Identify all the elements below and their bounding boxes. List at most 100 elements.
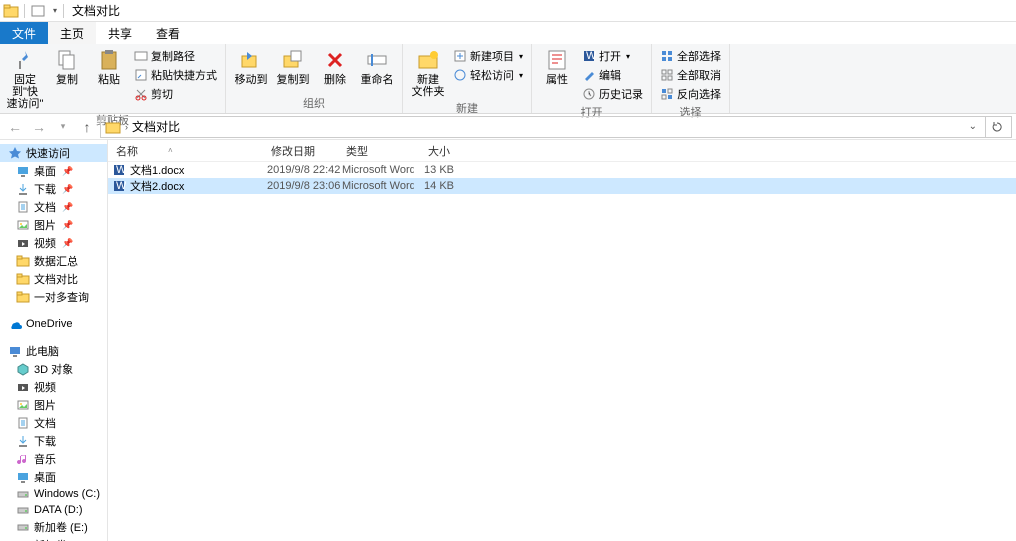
chevron-icon[interactable]: ›	[125, 122, 128, 132]
sidebar-item[interactable]: 新加卷 (F:)	[0, 536, 107, 541]
folder-icon	[3, 3, 19, 19]
sidebar-quick-access[interactable]: 快速访问	[0, 144, 107, 162]
delete-icon	[323, 48, 347, 72]
paste-icon	[97, 48, 121, 72]
svg-text:W: W	[116, 180, 126, 192]
sidebar-item[interactable]: 音乐	[0, 450, 107, 468]
sidebar-item[interactable]: 新加卷 (E:)	[0, 518, 107, 536]
file-row[interactable]: W文档2.docx2019/9/8 23:06Microsoft Word ..…	[108, 178, 1016, 194]
new-item-icon	[453, 49, 467, 63]
sidebar-item[interactable]: DATA (D:)	[0, 502, 107, 518]
column-type[interactable]: 类型	[338, 143, 410, 159]
pin-quick-access-button[interactable]: 固定到"快 速访问"	[4, 46, 46, 112]
pin-icon: 📌	[62, 184, 73, 195]
breadcrumb-segment[interactable]: 文档对比	[132, 118, 180, 135]
back-button[interactable]: ←	[4, 116, 26, 138]
sidebar-item[interactable]: 视频	[0, 378, 107, 396]
qat-icon[interactable]	[30, 3, 46, 19]
new-folder-button[interactable]: 新建 文件夹	[407, 46, 449, 100]
pin-icon: 📌	[62, 166, 73, 177]
up-button[interactable]: ↑	[76, 116, 98, 138]
new-item-button[interactable]: 新建项目▾	[451, 47, 525, 65]
sidebar-item[interactable]: 数据汇总	[0, 252, 107, 270]
sort-indicator-icon: ˄	[168, 146, 173, 155]
tab-view[interactable]: 查看	[144, 22, 192, 44]
download-icon	[16, 434, 30, 448]
select-all-icon	[660, 49, 674, 63]
easy-access-button[interactable]: 轻松访问▾	[451, 66, 525, 84]
drive-icon	[16, 487, 30, 501]
column-size[interactable]: 大小	[410, 143, 450, 159]
dropdown-icon: ▾	[519, 52, 523, 61]
refresh-button[interactable]	[985, 117, 1007, 137]
sidebar-item[interactable]: 桌面	[0, 468, 107, 486]
sidebar-onedrive[interactable]: OneDrive	[0, 316, 107, 332]
paste-shortcut-button[interactable]: 粘贴快捷方式	[132, 66, 219, 84]
pin-icon: 📌	[62, 220, 73, 231]
forward-button[interactable]: →	[28, 116, 50, 138]
sidebar-item[interactable]: 下载📌	[0, 180, 107, 198]
recent-dropdown[interactable]: ▾	[52, 116, 74, 138]
navigation-pane[interactable]: 快速访问 桌面📌下载📌文档📌图片📌视频📌数据汇总文档对比一对多查询 OneDri…	[0, 140, 108, 541]
edit-icon	[582, 68, 596, 82]
sidebar-item[interactable]: 视频📌	[0, 234, 107, 252]
invert-selection-button[interactable]: 反向选择	[658, 85, 723, 103]
copy-to-button[interactable]: 复制到	[272, 46, 314, 88]
sidebar-item[interactable]: 3D 对象	[0, 360, 107, 378]
copy-icon	[55, 48, 79, 72]
select-all-button[interactable]: 全部选择	[658, 47, 723, 65]
rename-button[interactable]: 重命名	[356, 46, 398, 88]
title-bar: ▾ 文档对比	[0, 0, 1016, 22]
tab-share[interactable]: 共享	[96, 22, 144, 44]
sidebar-item[interactable]: Windows (C:)	[0, 486, 107, 502]
properties-button[interactable]: 属性	[536, 46, 578, 88]
sidebar-item[interactable]: 图片	[0, 396, 107, 414]
tab-file[interactable]: 文件	[0, 22, 48, 44]
column-date[interactable]: 修改日期	[263, 143, 338, 159]
window-title: 文档对比	[72, 2, 120, 19]
shortcut-icon	[134, 68, 148, 82]
cut-button[interactable]: 剪切	[132, 85, 219, 103]
expand-dropdown-icon[interactable]: ⌄	[969, 121, 977, 132]
qat-dropdown-icon[interactable]: ▾	[53, 6, 57, 15]
open-button[interactable]: W打开▾	[580, 47, 645, 65]
file-row[interactable]: W文档1.docx2019/9/8 22:42Microsoft Word ..…	[108, 162, 1016, 178]
pin-icon: 📌	[62, 202, 73, 213]
ribbon-tabs: 文件 主页 共享 查看	[0, 22, 1016, 44]
sidebar-item[interactable]: 文档📌	[0, 198, 107, 216]
svg-text:W: W	[586, 50, 596, 62]
pin-icon: 📌	[62, 238, 73, 249]
tab-home[interactable]: 主页	[48, 22, 96, 44]
column-headers[interactable]: 名称˄ 修改日期 类型 大小	[108, 140, 1016, 162]
copy-button[interactable]: 复制	[46, 46, 88, 88]
drive-icon	[16, 520, 30, 534]
edit-button[interactable]: 编辑	[580, 66, 645, 84]
history-button[interactable]: 历史记录	[580, 85, 645, 103]
sidebar-item[interactable]: 文档对比	[0, 270, 107, 288]
sidebar-item[interactable]: 一对多查询	[0, 288, 107, 306]
open-icon: W	[582, 49, 596, 63]
desktop-icon	[16, 470, 30, 484]
history-icon	[582, 87, 596, 101]
sidebar-item[interactable]: 文档	[0, 414, 107, 432]
sidebar-item[interactable]: 桌面📌	[0, 162, 107, 180]
select-none-button[interactable]: 全部取消	[658, 66, 723, 84]
pin-icon	[13, 48, 37, 72]
new-folder-icon	[416, 48, 440, 72]
address-path[interactable]: › 文档对比 ⌄	[100, 116, 1012, 138]
address-bar: ← → ▾ ↑ › 文档对比 ⌄	[0, 114, 1016, 140]
star-icon	[8, 146, 22, 160]
folder-icon	[105, 119, 121, 135]
sidebar-item[interactable]: 下载	[0, 432, 107, 450]
download-icon	[16, 182, 30, 196]
sidebar-item[interactable]: 图片📌	[0, 216, 107, 234]
3d-icon	[16, 362, 30, 376]
sidebar-this-pc[interactable]: 此电脑	[0, 342, 107, 360]
move-to-button[interactable]: 移动到	[230, 46, 272, 88]
file-list[interactable]: 名称˄ 修改日期 类型 大小 W文档1.docx2019/9/8 22:42Mi…	[108, 140, 1016, 541]
column-name[interactable]: 名称˄	[108, 143, 263, 159]
copy-path-button[interactable]: 复制路径	[132, 47, 219, 65]
properties-icon	[545, 48, 569, 72]
paste-button[interactable]: 粘贴	[88, 46, 130, 88]
delete-button[interactable]: 删除	[314, 46, 356, 88]
